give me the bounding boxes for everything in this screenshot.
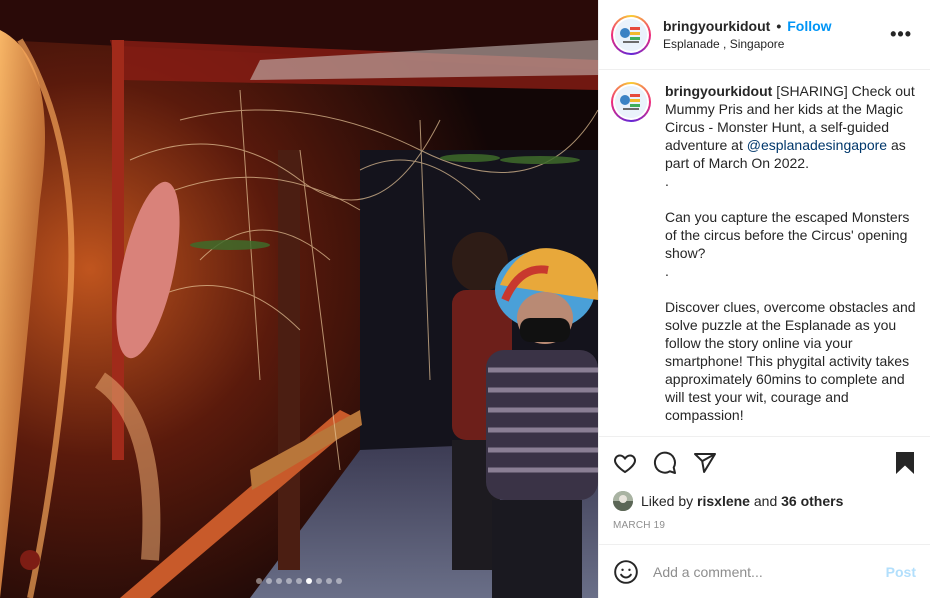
haunted-circus-photo	[0, 0, 598, 598]
heart-icon[interactable]	[613, 443, 653, 483]
carousel-indicator	[0, 578, 598, 584]
liker-username[interactable]: risxlene	[697, 493, 750, 509]
avatar-ring-inner	[613, 16, 649, 53]
mention-link[interactable]: @esplanadesingapore	[747, 137, 887, 153]
carousel-dot	[326, 578, 332, 584]
caption-text: bringyourkidout [SHARING] Check out Mumm…	[665, 82, 916, 436]
separator-dot: •	[776, 18, 782, 34]
caption-avatar[interactable]	[611, 82, 651, 122]
carousel-dot	[296, 578, 302, 584]
action-bar	[599, 436, 930, 488]
liker-avatar[interactable]	[613, 491, 633, 511]
username-link[interactable]: bringyourkidout	[663, 18, 770, 34]
bookmark-icon[interactable]	[876, 443, 916, 483]
carousel-dot	[266, 578, 272, 584]
post-comment-button[interactable]: Post	[886, 564, 916, 580]
carousel-dot	[276, 578, 282, 584]
comment-bar: Post	[599, 544, 930, 598]
avatar-ring-inner	[613, 84, 649, 120]
comment-input[interactable]	[653, 563, 886, 580]
carousel-dot	[336, 578, 342, 584]
liked-by-and: and	[753, 493, 778, 509]
post-details-panel: bringyourkidout • Follow Esplanade , Sin…	[598, 0, 930, 598]
likes-row: Liked by risxlene and 36 others	[599, 488, 930, 514]
carousel-dot	[316, 578, 322, 584]
smiley-icon[interactable]	[613, 559, 639, 585]
header-text: bringyourkidout • Follow Esplanade , Sin…	[663, 18, 886, 51]
post-image[interactable]	[0, 0, 598, 598]
post-header: bringyourkidout • Follow Esplanade , Sin…	[599, 0, 930, 70]
caption-section: bringyourkidout [SHARING] Check out Mumm…	[599, 70, 930, 436]
logo-icon	[615, 86, 647, 118]
profile-picture	[615, 18, 647, 51]
others-count[interactable]: 36 others	[781, 493, 843, 509]
logo-icon	[615, 18, 647, 51]
profile-picture	[615, 86, 647, 118]
location-link[interactable]: Esplanade , Singapore	[663, 37, 886, 51]
caption-username[interactable]: bringyourkidout	[665, 83, 772, 99]
comment-icon[interactable]	[653, 443, 693, 483]
paper-plane-icon[interactable]	[693, 443, 733, 483]
instagram-post-view: bringyourkidout • Follow Esplanade , Sin…	[0, 0, 930, 598]
liker-photo	[613, 491, 633, 511]
liked-by-prefix: Liked by	[641, 493, 694, 509]
carousel-dot	[286, 578, 292, 584]
more-options-icon[interactable]: •••	[886, 24, 916, 45]
carousel-dot	[306, 578, 312, 584]
carousel-dot	[256, 578, 262, 584]
follow-button[interactable]: Follow	[787, 18, 831, 34]
name-row: bringyourkidout • Follow	[663, 18, 886, 34]
profile-avatar[interactable]	[611, 14, 651, 55]
post-date[interactable]: MARCH 19	[599, 514, 930, 544]
caption-body-2: as part of March On 2022. . Can you capt…	[665, 137, 916, 423]
